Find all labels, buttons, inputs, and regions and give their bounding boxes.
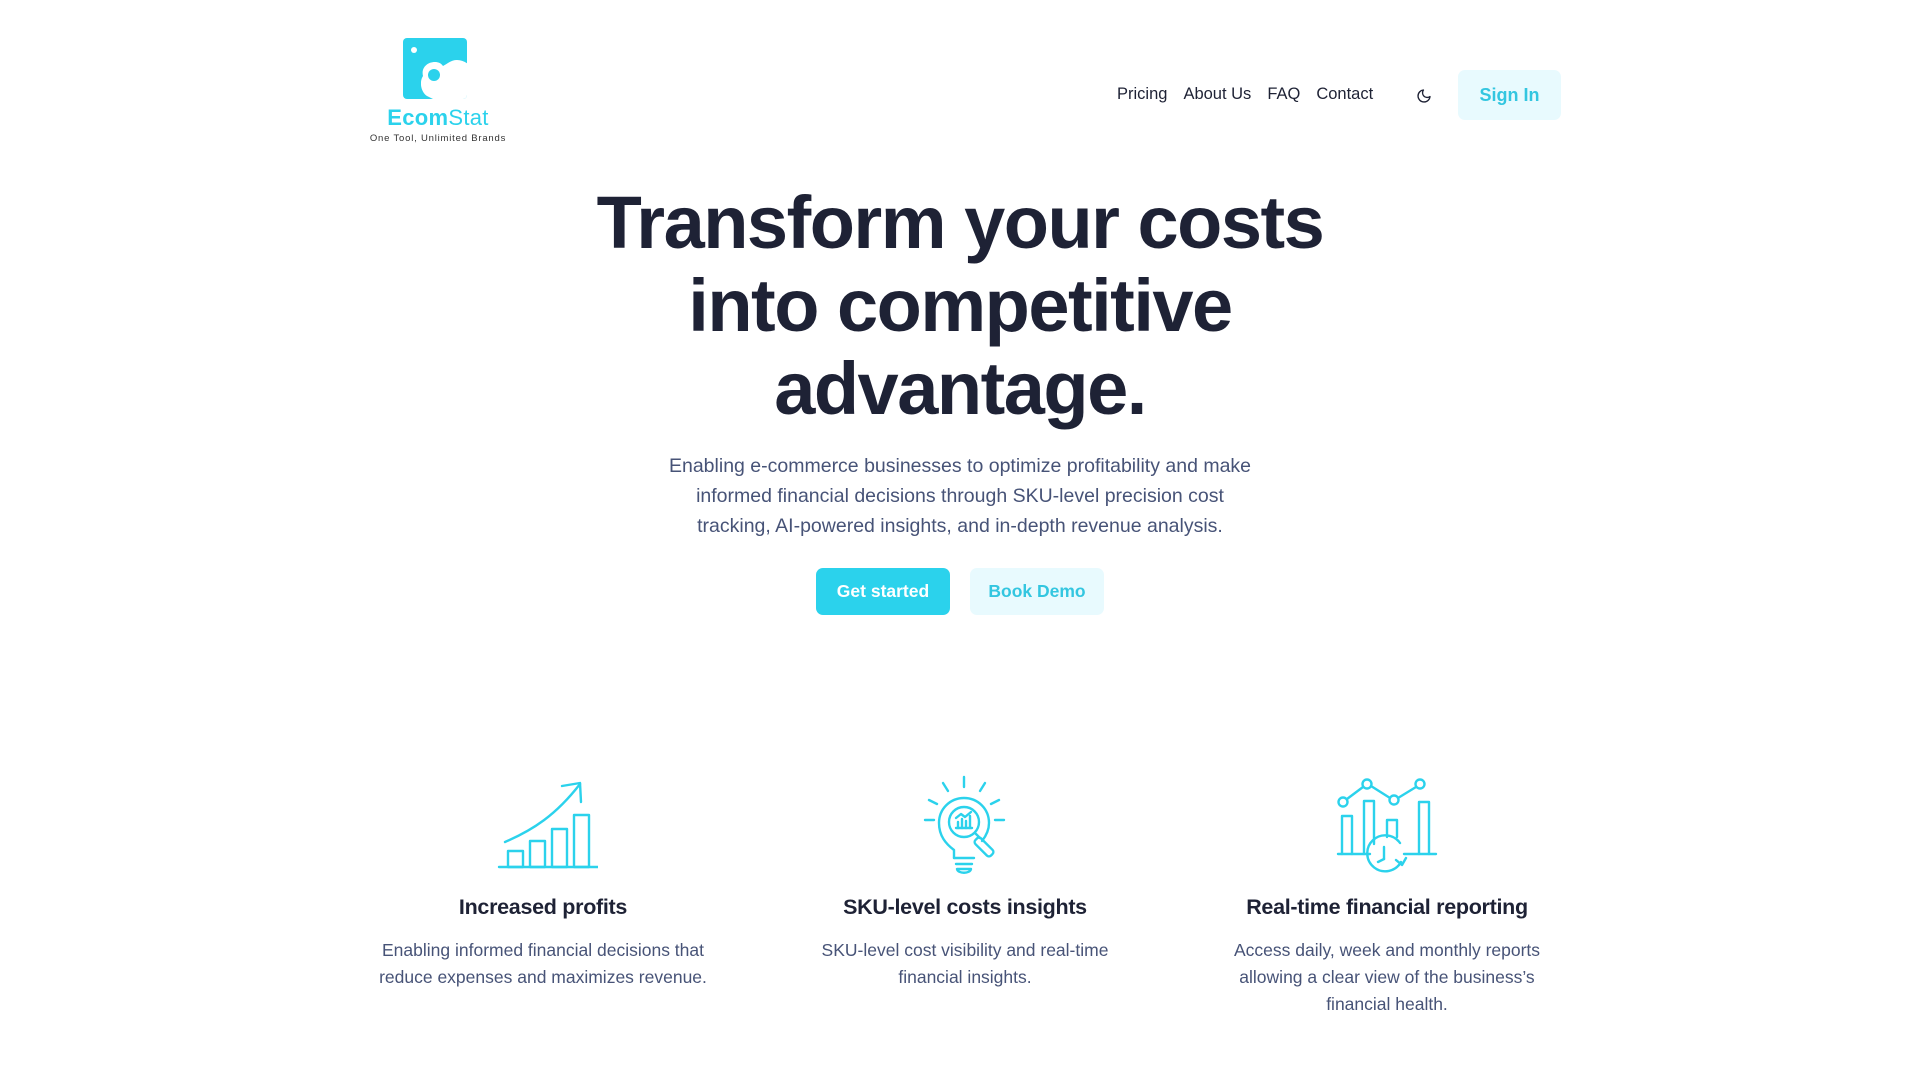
- hero-title: Transform your costs into competitive ad…: [0, 181, 1920, 430]
- get-started-button[interactable]: Get started: [816, 568, 950, 615]
- feature-description-line: financial insights.: [898, 967, 1032, 987]
- feature-description-line: SKU-level cost visibility and real-time: [821, 940, 1109, 960]
- feature-title: Increased profits: [458, 895, 628, 919]
- logo-tagline: One Tool, Unlimited Brands: [369, 133, 507, 144]
- hero-subtitle: Enabling e-commerce businesses to optimi…: [620, 451, 1300, 541]
- book-demo-button[interactable]: Book Demo: [970, 568, 1104, 615]
- hero-title-line: Transform your costs: [596, 181, 1325, 264]
- feature-sku-insights: SKU-level costs insights SKU-level cost …: [775, 770, 1155, 991]
- nav-link-about-us[interactable]: About Us: [1183, 84, 1251, 104]
- feature-description-line: Enabling informed financial decisions th…: [382, 940, 704, 960]
- main-nav: Pricing About Us FAQ Contact: [1117, 84, 1373, 104]
- theme-toggle-button[interactable]: [1412, 84, 1436, 108]
- nav-link-contact[interactable]: Contact: [1316, 84, 1373, 104]
- feature-title: SKU-level costs insights: [843, 895, 1087, 919]
- nav-link-faq[interactable]: FAQ: [1267, 84, 1300, 104]
- feature-description-line: reduce expenses and maximizes revenue.: [379, 967, 707, 987]
- logo-dot: [411, 47, 417, 53]
- growth-chart-icon: [497, 781, 598, 869]
- realtime-report-icon: [1336, 778, 1438, 873]
- logo-mark-icon: [403, 38, 467, 99]
- lightbulb-analytics-icon: [923, 775, 1006, 874]
- hero-subtitle-line: tracking, AI-powered insights, and in-de…: [697, 515, 1223, 537]
- feature-description-line: allowing a clear view of the business’s: [1239, 967, 1535, 987]
- feature-description: Access daily, week and monthly reports a…: [1197, 937, 1577, 1018]
- feature-description-line: financial health.: [1326, 994, 1448, 1014]
- feature-increased-profits: Increased profits Enabling informed fina…: [353, 770, 733, 991]
- sign-in-button[interactable]: Sign In: [1458, 70, 1561, 120]
- hero-title-line: into competitive: [688, 264, 1233, 347]
- logo-wordmark: EcomStat: [387, 105, 489, 130]
- feature-title: Real-time financial reporting: [1246, 895, 1528, 919]
- hero-title-line: advantage.: [774, 347, 1147, 430]
- hero-subtitle-line: Enabling e-commerce businesses to optimi…: [668, 455, 1252, 477]
- logo-shape: [421, 60, 467, 99]
- feature-description: Enabling informed financial decisions th…: [353, 937, 733, 991]
- feature-description-line: Access daily, week and monthly reports: [1233, 940, 1541, 960]
- nav-link-pricing[interactable]: Pricing: [1117, 84, 1167, 104]
- feature-realtime-reporting: Real-time financial reporting Access dai…: [1197, 770, 1577, 1018]
- logo[interactable]: EcomStat One Tool, Unlimited Brands: [363, 38, 513, 144]
- hero-subtitle-line: informed financial decisions through SKU…: [696, 485, 1224, 507]
- moon-icon: [1417, 89, 1431, 103]
- feature-description: SKU-level cost visibility and real-time …: [775, 937, 1155, 991]
